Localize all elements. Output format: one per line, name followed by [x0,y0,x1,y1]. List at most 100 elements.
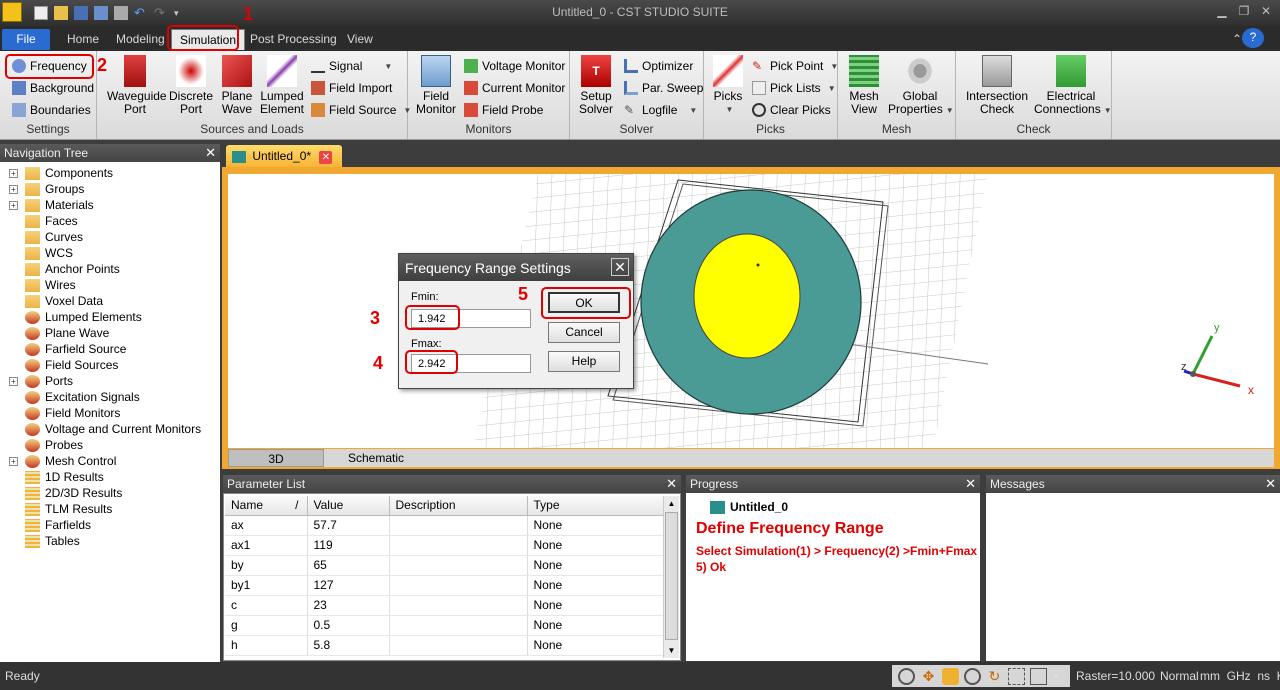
intersection-check-button[interactable]: Intersection Check [964,55,1030,116]
setup-solver-button[interactable]: T Setup Solver [576,55,616,116]
restore-icon[interactable]: ❐ [1234,4,1254,18]
optimizer-button[interactable]: Optimizer [624,56,693,76]
tree-item[interactable]: Field Sources [0,357,220,373]
tree-item[interactable]: + Mesh Control [0,453,220,469]
close-panel-icon[interactable]: ✕ [965,476,976,492]
minimize-icon[interactable]: ▁ [1212,4,1232,18]
discrete-port-button[interactable]: Discrete Port [169,55,213,116]
parameter-list-scrollbar[interactable]: ▲ ▼ [663,496,679,658]
table-cell[interactable]: None [527,575,665,596]
field-import-button[interactable]: Field Import [311,78,392,98]
column-header-name[interactable]: Name / [225,496,308,516]
plane-wave-button[interactable]: Plane Wave [219,55,255,116]
tree-item[interactable]: Anchor Points [0,261,220,277]
tree-item[interactable]: Probes [0,437,220,453]
table-cell[interactable]: 57.7 [307,515,390,536]
table-cell[interactable] [389,515,528,536]
inner-patch[interactable] [693,233,801,359]
table-row[interactable]: by 65 None [225,555,665,576]
table-cell[interactable]: g [225,615,308,636]
table-cell[interactable] [389,615,528,636]
background-button[interactable]: Background [12,78,94,98]
close-panel-icon[interactable]: ✕ [666,476,677,492]
cancel-button[interactable]: Cancel [548,322,620,343]
rotate-icon[interactable] [942,667,959,685]
close-window-icon[interactable]: ✕ [1256,4,1276,18]
table-cell[interactable] [389,595,528,616]
waveguide-port-button[interactable]: Waveguide Port [107,55,167,116]
tab-home[interactable]: Home [59,29,107,50]
scroll-thumb[interactable] [665,512,678,640]
tree-item[interactable]: Lumped Elements [0,309,220,325]
document-tab[interactable]: Untitled_0* ✕ [226,145,342,167]
3d-scene[interactable]: y x z [228,174,1274,448]
tree-item[interactable]: Excitation Signals [0,389,220,405]
expand-icon[interactable]: + [9,200,18,210]
table-cell[interactable]: by1 [225,575,308,596]
table-cell[interactable]: 65 [307,555,390,576]
tree-item[interactable]: 1D Results [0,469,220,485]
tree-item[interactable]: WCS [0,245,220,261]
tree-item[interactable]: Curves [0,229,220,245]
help-icon[interactable]: ? [1242,28,1264,48]
mesh-view-button[interactable]: Mesh View [844,55,884,116]
dialog-close-icon[interactable]: ✕ [611,258,629,276]
table-row[interactable]: c 23 None [225,595,665,616]
field-probe-button[interactable]: Field Probe [464,100,543,120]
tree-item[interactable]: Wires [0,277,220,293]
help-button[interactable]: Help [548,351,620,372]
pan-icon[interactable]: ✥ [920,668,937,685]
tree-item[interactable]: Voltage and Current Monitors [0,421,220,437]
table-cell[interactable]: h [225,635,308,656]
table-cell[interactable]: 0.5 [307,615,390,636]
table-cell[interactable]: None [527,615,665,636]
column-header-description[interactable]: Description [389,496,528,516]
tree-item[interactable]: 2D/3D Results [0,485,220,501]
clear-picks-button[interactable]: Clear Picks [752,100,831,120]
pick-point-button[interactable]: ✎ Pick Point ▼ [752,56,838,76]
expand-icon[interactable]: + [9,376,18,386]
tab-post-processing[interactable]: Post Processing [242,29,345,50]
table-cell[interactable]: None [527,535,665,556]
field-source-button[interactable]: Field Source ▼ [311,100,411,120]
table-row[interactable]: by1 127 None [225,575,665,596]
expand-icon[interactable]: + [9,184,18,194]
tab-3d[interactable]: 3D [228,449,324,467]
close-panel-icon[interactable]: ✕ [1265,476,1276,492]
par-sweep-button[interactable]: Par. Sweep [624,78,703,98]
boundaries-button[interactable]: Boundaries [12,100,91,120]
tree-item[interactable]: + Materials [0,197,220,213]
tab-schematic[interactable]: Schematic [340,449,412,467]
signal-button[interactable]: Signal ▼ [311,56,392,76]
table-row[interactable]: ax 57.7 None [225,515,665,536]
chevron-down-icon[interactable]: ▼ [1052,668,1060,685]
table-cell[interactable]: None [527,635,665,656]
tree-item[interactable]: Tables [0,533,220,549]
table-cell[interactable]: None [527,595,665,616]
table-cell[interactable]: by [225,555,308,576]
tree-item[interactable]: TLM Results [0,501,220,517]
close-panel-icon[interactable]: ✕ [205,145,216,161]
expand-icon[interactable]: + [9,456,18,466]
zoom-in-icon[interactable] [964,667,981,685]
tree-item[interactable]: Farfields [0,517,220,533]
table-cell[interactable]: c [225,595,308,616]
tree-item[interactable]: + Groups [0,181,220,197]
table-cell[interactable]: None [527,555,665,576]
global-properties-button[interactable]: Global Properties ▼ [888,55,954,117]
table-row[interactable]: ax1 119 None [225,535,665,556]
voltage-monitor-button[interactable]: Voltage Monitor [464,56,565,76]
tree-item[interactable]: Field Monitors [0,405,220,421]
picks-button[interactable]: Picks ▼ [710,55,746,116]
tab-modeling[interactable]: Modeling [108,29,173,50]
electrical-connections-button[interactable]: Electrical Connections ▼ [1034,55,1112,117]
tree-item[interactable]: Faces [0,213,220,229]
table-cell[interactable]: None [527,515,665,536]
tree-item[interactable]: Plane Wave [0,325,220,341]
table-cell[interactable]: ax [225,515,308,536]
column-header-type[interactable]: Type [527,496,665,516]
tree-item[interactable]: + Components [0,165,220,181]
tab-file[interactable]: File [2,29,50,50]
tab-view[interactable]: View [339,29,381,50]
tree-item[interactable]: Voxel Data [0,293,220,309]
